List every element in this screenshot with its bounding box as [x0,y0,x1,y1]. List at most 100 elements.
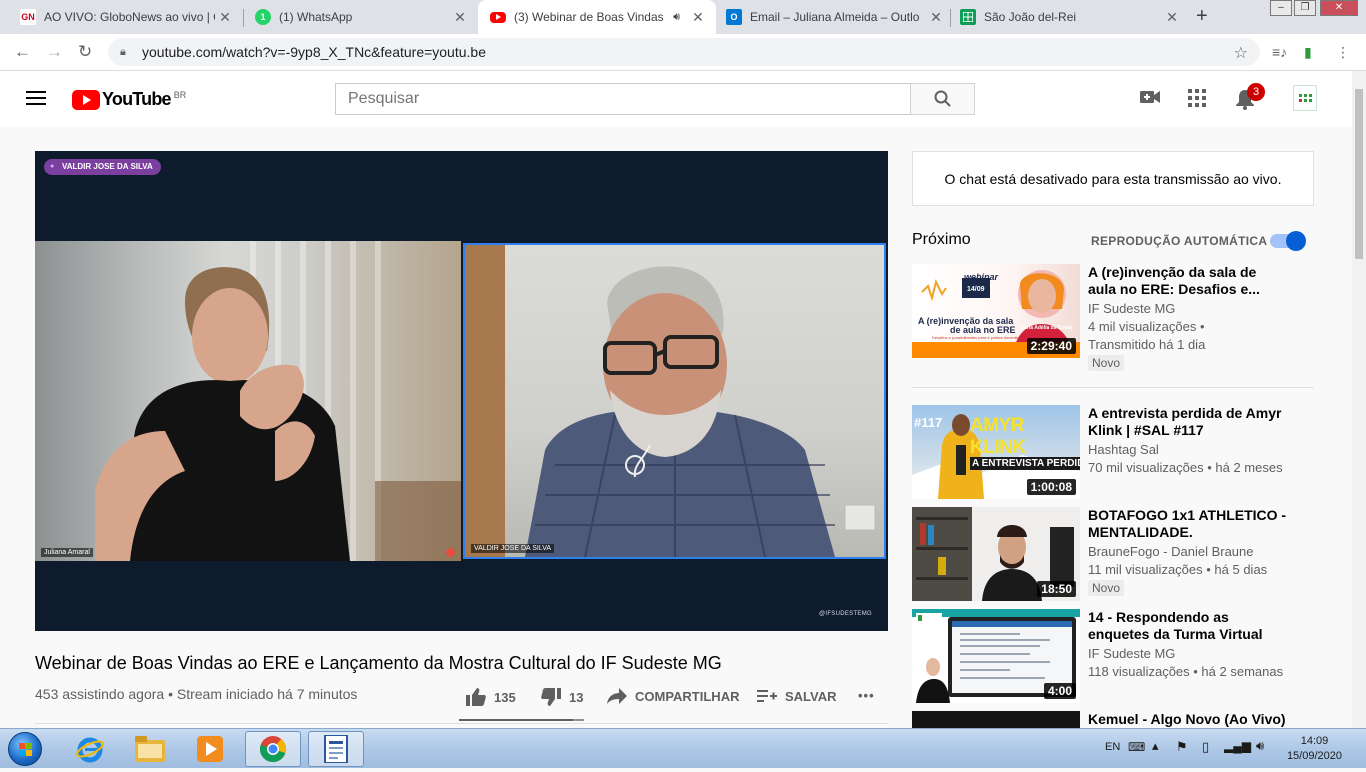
recommendation-channel[interactable]: IF Sudeste MG [1088,646,1175,661]
action-center-flag-icon[interactable]: ⚑ [1176,739,1188,755]
video-thumbnail[interactable]: 18:50 [912,507,1080,601]
search-input[interactable] [335,83,911,115]
recommendation-item[interactable]: Kemuel - Algo Novo (Ao Vivo) [912,711,1314,728]
like-ratio-fill [459,719,573,721]
account-avatar[interactable] [1293,85,1317,111]
recommendation-views: 4 mil visualizações • [1088,319,1205,334]
start-button[interactable] [8,732,42,766]
playlist-add-icon [757,690,777,702]
dislike-button[interactable]: 13 [541,688,583,706]
recommendation-item[interactable]: webinar 14/09 A (re)invenção da sala de … [912,264,1314,388]
thumb-text: AMYR KLINK [970,415,1026,458]
address-bar[interactable]: 🔒︎ youtube.com/watch?v=-9yp8_X_TNc&featu… [108,38,1260,66]
volume-icon[interactable]: 🔊︎ [1256,738,1264,754]
window-close-button[interactable]: ✕ [1320,0,1358,16]
video-thumbnail[interactable]: webinar 14/09 A (re)invenção da sala de … [912,264,1080,358]
new-tab-button[interactable]: + [1196,5,1208,28]
media-control-icon[interactable]: ≡♪ [1272,44,1287,60]
content-divider [35,723,888,724]
interpreter-figure [95,241,461,561]
apps-grid-icon[interactable] [1188,89,1206,112]
tab-title: São João del-Rei [984,10,1077,24]
minimize-button[interactable]: – [1270,0,1292,16]
scrollbar-thumb[interactable] [1355,89,1363,259]
recommendation-channel[interactable]: IF Sudeste MG [1088,301,1175,316]
logo-text: YouTube [102,89,172,109]
outlook-icon: O [726,9,742,25]
browser-toolbar: ← → ↻ 🔒︎ youtube.com/watch?v=-9yp8_X_TNc… [0,34,1366,71]
recommendation-title[interactable]: BOTAFOGO 1x1 ATHLETICO - MENTALIDADE. [1088,507,1288,541]
tab-whatsapp[interactable]: 1 (1) WhatsApp ✕ [235,0,478,34]
video-player[interactable]: VALDIR JOSE DA SILVA Juliana Amaral [35,151,888,631]
chrome-icon [259,736,286,762]
video-thumbnail[interactable] [912,711,1080,728]
video-title: Webinar de Boas Vindas ao ERE e Lançamen… [35,653,722,673]
recommendation-item[interactable]: 4:00 14 - Respondendo as enquetes da Tur… [912,609,1314,703]
video-feed-interpreter: Juliana Amaral [35,241,461,561]
media-player-icon [197,736,223,762]
maximize-button[interactable]: ❐ [1294,0,1316,16]
more-icon: ••• [858,688,875,703]
hamburger-menu-icon[interactable] [26,91,46,105]
system-clock[interactable]: 14:09 15/09/2020 [1287,734,1342,764]
recommendation-views: 11 mil visualizações • há 5 dias [1088,562,1268,577]
forward-icon[interactable]: → [46,42,63,62]
recommendation-item[interactable]: #117 AMYR KLINK A ENTREVISTA PERDIDA 1:0… [912,405,1314,499]
recommendation-title[interactable]: A entrevista perdida de Amyr Klink | #SA… [1088,405,1288,439]
participant-label-left: Juliana Amaral [41,548,93,557]
recommendation-title[interactable]: Kemuel - Algo Novo (Ao Vivo) [1088,711,1288,728]
speaker-icon[interactable]: 🔊︎ [673,11,680,24]
whatsapp-icon: 1 [255,9,271,25]
tab-outlook[interactable]: O Email – Juliana Almeida – Outlo ✕ [716,0,954,34]
chat-disabled-panel: O chat está desativado para esta transmi… [912,151,1314,206]
tab-globonews[interactable]: GN AO VIVO: GloboNews ao vivo | G ✕ [0,0,243,34]
close-icon[interactable]: ✕ [688,9,708,26]
video-thumbnail[interactable]: 4:00 [912,609,1080,703]
network-signal-icon[interactable]: ▂▄▆ [1224,739,1251,753]
video-duration: 2:29:40 [1026,338,1076,354]
toggle-knob[interactable] [1286,231,1306,251]
language-indicator[interactable]: EN [1105,741,1120,753]
close-icon[interactable]: ✕ [1162,9,1182,26]
close-icon[interactable]: ✕ [450,9,470,26]
word-document-app[interactable] [308,731,364,767]
share-label: COMPARTILHAR [635,688,740,704]
keyboard-icon[interactable]: ⌨ [1128,740,1145,754]
back-icon[interactable]: ← [14,42,31,62]
file-explorer-app[interactable] [122,731,178,767]
tab-sao-joao[interactable]: São João del-Rei ✕ [950,0,1190,34]
youtube-logo[interactable]: YouTube BR [72,89,186,110]
thumb-text: webinar [964,272,999,282]
tab-youtube-webinar[interactable]: (3) Webinar de Boas Vindas 🔊︎ ✕ [478,0,716,34]
share-button[interactable]: COMPARTILHAR [607,688,739,704]
close-icon[interactable]: ✕ [215,9,235,26]
save-button[interactable]: SALVAR [757,688,837,704]
muted-mic-icon [446,548,455,557]
internet-explorer-app[interactable] [62,731,118,767]
more-actions-button[interactable]: ••• [858,688,875,703]
chrome-app[interactable] [245,731,301,767]
recommendation-title[interactable]: 14 - Respondendo as enquetes da Turma Vi… [1088,609,1288,643]
channel-watermark: @IFSUDESTEMG [818,611,872,617]
notifications-badge: 3 [1247,83,1265,101]
like-button[interactable]: 135 [466,688,516,706]
recommendation-item[interactable]: 18:50 BOTAFOGO 1x1 ATHLETICO - MENTALIDA… [912,507,1314,601]
page-scrollbar[interactable] [1352,71,1366,728]
recommendation-channel[interactable]: Hashtag Sal [1088,442,1159,457]
extension-icon[interactable]: ▮ [1304,44,1312,61]
speaker-figure [465,245,876,557]
reload-icon[interactable]: ↻ [78,42,92,62]
recommendation-title[interactable]: A (re)invenção da sala de aula no ERE: D… [1088,264,1288,298]
autoplay-toggle[interactable] [1270,231,1306,251]
bookmark-star-icon[interactable]: ☆ [1234,43,1248,63]
recommendation-channel[interactable]: BrauneFogo - Daniel Braune [1088,544,1254,559]
close-icon[interactable]: ✕ [926,9,946,26]
show-hidden-icons-icon[interactable]: ▴ [1152,738,1159,754]
video-duration: 4:00 [1043,683,1076,699]
battery-icon[interactable]: ▯ [1202,739,1209,755]
create-video-icon[interactable] [1140,89,1160,110]
media-player-app[interactable] [182,731,238,767]
search-button[interactable] [910,83,975,115]
browser-menu-icon[interactable]: ⋮ [1336,44,1350,61]
video-thumbnail[interactable]: #117 AMYR KLINK A ENTREVISTA PERDIDA 1:0… [912,405,1080,499]
